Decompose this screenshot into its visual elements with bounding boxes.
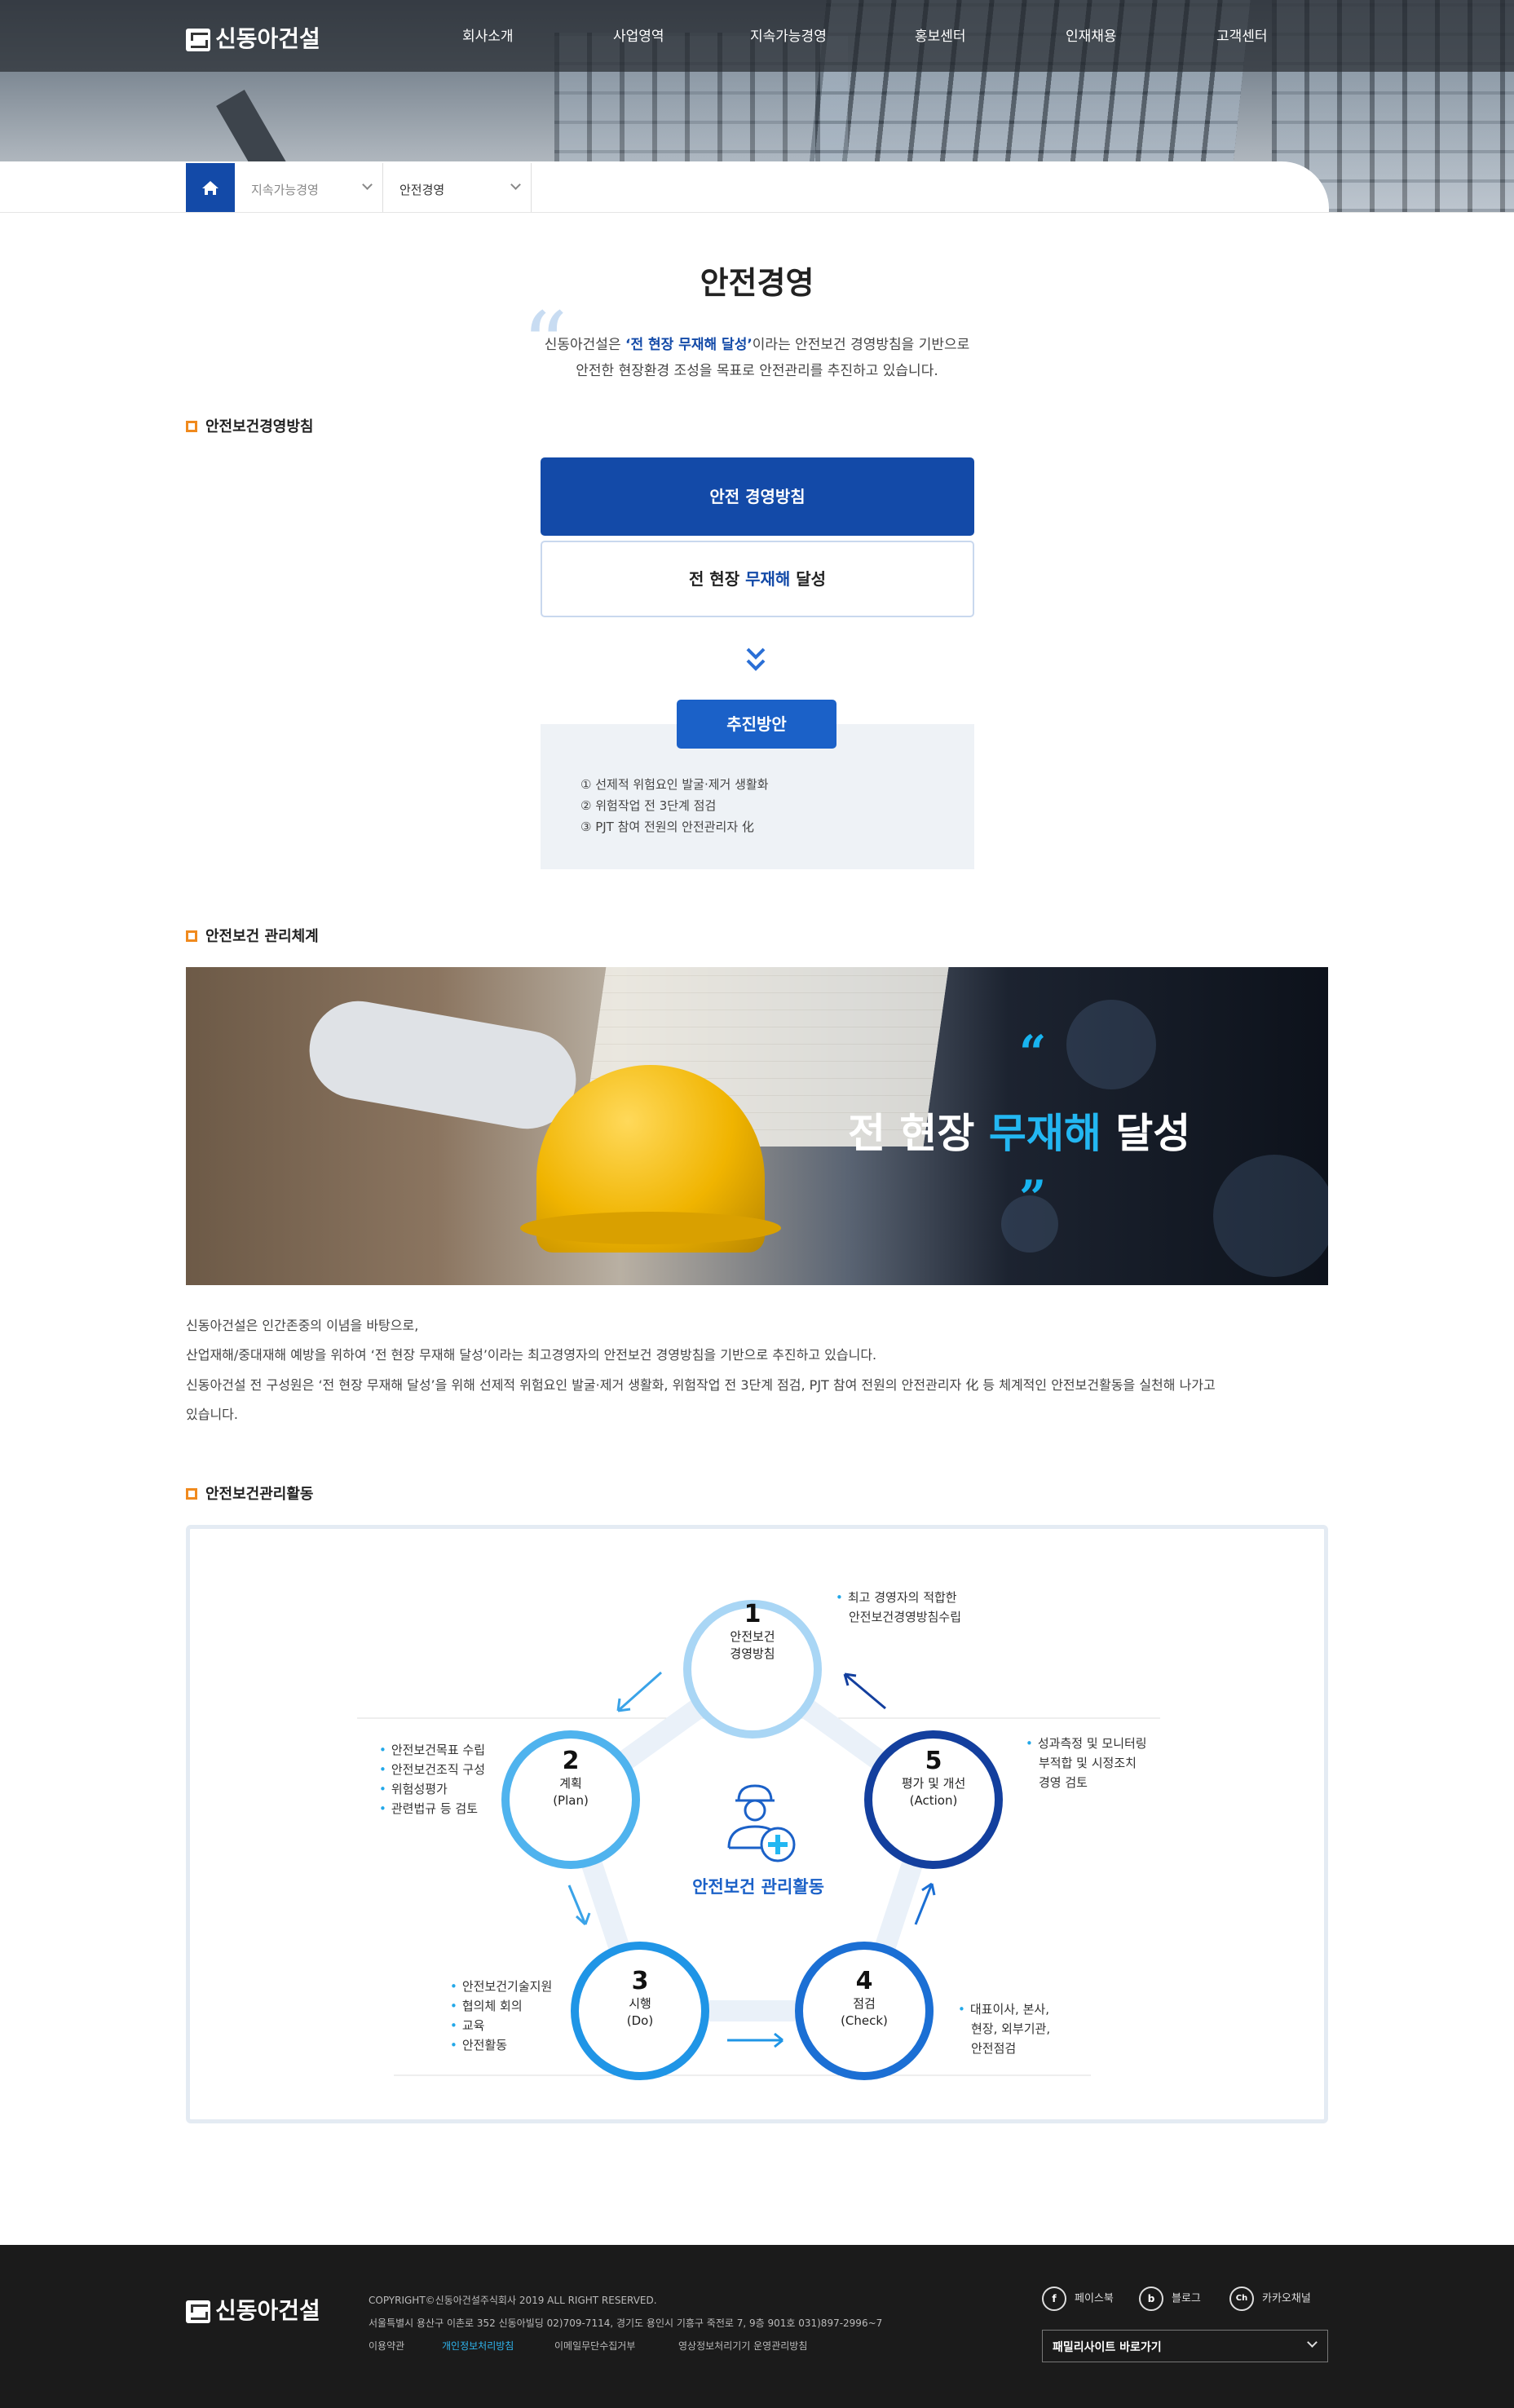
chevron-down-icon <box>362 179 373 190</box>
section-heading-policy: 안전보건경영방침 <box>186 415 313 436</box>
blog-link[interactable]: b 블로그 <box>1139 2286 1201 2311</box>
intro-line-1: 신동아건설은 ‘전 현장 무재해 달성’이라는 안전보건 경영방침을 기반으로 <box>544 337 970 353</box>
page-title: 안전경영 <box>700 265 814 301</box>
quote-open-icon: “ <box>1019 1025 1047 1080</box>
nav-sustainability[interactable]: 지속가능경영 <box>750 24 827 45</box>
push-item: ① 선제적 위험요인 발굴·제거 생활화 <box>580 777 769 792</box>
home-button[interactable] <box>186 163 235 212</box>
facebook-icon: f <box>1042 2286 1066 2311</box>
safety-worker-icon <box>727 1784 796 1862</box>
step-4-notes: • 대표이사, 본사, 현장, 외부기관, 안전점검 <box>958 2002 1051 2056</box>
step-1-notes: • 최고 경영자의 적합한 안전보건경영방침수립 <box>836 1590 962 1624</box>
cycle-step-1: 1 안전보건 경영방침 <box>730 1600 775 1661</box>
step-3-notes: • 안전보건기술지원 • 협의체 회의 • 교육 • 안전활동 <box>450 1979 553 2052</box>
link-email-refusal[interactable]: 이메일무단수집거부 <box>554 2339 635 2353</box>
blog-icon: b <box>1139 2286 1163 2311</box>
breadcrumb-level2-select[interactable]: 안전경영 <box>383 163 532 212</box>
section-heading-activity: 안전보건관리활동 <box>186 1482 313 1504</box>
family-site-select[interactable]: 패밀리사이트 바로가기 <box>1042 2330 1328 2362</box>
nav-customer[interactable]: 고객센터 <box>1216 24 1268 45</box>
intro-line-2: 안전한 현장환경 조성을 목표로 안전관리를 추진하고 있습니다. <box>576 363 938 379</box>
banner-slogan: 전 현장 무재해 달성 <box>848 1110 1191 1157</box>
push-item: ③ PJT 참여 전원의 안전관리자 化 <box>580 820 754 834</box>
cycle-step-5: 5 평가 및 개선 (Action) <box>901 1747 966 1808</box>
body-paragraph: 신동아건설 전 구성원은 ‘전 현장 무재해 달성’을 위해 선제적 위험요인 … <box>186 1377 1216 1393</box>
company-address: 서울특별시 용산구 이촌로 352 신동아빌딩 02)709-7114, 경기도… <box>369 2317 883 2329</box>
copyright: COPYRIGHT©신동아건설주식회사 2019 ALL RIGHT RESER… <box>369 2295 657 2306</box>
link-terms[interactable]: 이용약관 <box>369 2339 404 2353</box>
logo-mark-icon <box>186 2300 210 2323</box>
square-bullet-icon <box>186 1488 197 1500</box>
nav-recruit[interactable]: 인재채용 <box>1066 24 1117 45</box>
step-5-notes: • 성과측정 및 모니터링 부적합 및 시정조치 경영 검토 <box>1026 1736 1147 1790</box>
cycle-center-title: 안전보건 관리활동 <box>692 1877 824 1897</box>
policy-title-box: 안전 경영방침 <box>541 457 974 536</box>
section-heading-system: 안전보건 관리체계 <box>186 925 319 946</box>
facebook-link[interactable]: f 페이스북 <box>1042 2286 1114 2311</box>
chevron-down-icon <box>1307 2337 1318 2348</box>
square-bullet-icon <box>186 930 197 942</box>
home-icon <box>202 181 218 195</box>
square-bullet-icon <box>186 421 197 432</box>
logo-mark-icon <box>186 29 210 51</box>
push-item: ② 위험작업 전 3단계 점검 <box>580 798 717 813</box>
push-plan-label: 추진방안 <box>677 700 836 749</box>
cycle-step-4: 4 점검 (Check) <box>841 1967 888 2028</box>
cycle-step-3: 3 시행 (Do) <box>626 1967 654 2028</box>
chevron-down-icon <box>510 179 521 190</box>
breadcrumb-level1-select[interactable]: 지속가능경영 <box>235 163 383 212</box>
divider <box>0 212 1514 213</box>
body-paragraph: 있습니다. <box>186 1407 238 1422</box>
body-paragraph: 신동아건설은 인간존중의 이념을 바탕으로, <box>186 1318 419 1333</box>
cycle-step-2: 2 계획 (Plan) <box>553 1747 589 1808</box>
link-privacy[interactable]: 개인정보처리방침 <box>442 2339 514 2353</box>
kakao-channel-icon: Ch <box>1229 2286 1254 2311</box>
site-logo[interactable]: 신동아건설 <box>186 21 320 54</box>
nav-pr-center[interactable]: 홍보센터 <box>915 24 966 45</box>
double-chevron-down-icon <box>746 647 766 671</box>
nav-company[interactable]: 회사소개 <box>462 24 514 45</box>
footer-logo[interactable]: 신동아건설 <box>186 2293 320 2326</box>
link-cctv-policy[interactable]: 영상정보처리기기 운영관리방침 <box>678 2339 807 2353</box>
kakao-channel-link[interactable]: Ch 카카오채널 <box>1229 2286 1311 2311</box>
policy-goal-box: 전 현장 무재해 달성 <box>541 541 974 617</box>
body-paragraph: 산업재해/중대재해 예방을 위하여 ‘전 현장 무재해 달성’이라는 최고경영자… <box>186 1347 877 1363</box>
step-2-notes: • 안전보건목표 수립 • 안전보건조직 구성 • 위험성평가 • 관련법규 등 검토 <box>379 1743 486 1816</box>
nav-business[interactable]: 사업영역 <box>613 24 664 45</box>
quote-close-icon: ” <box>1019 1170 1047 1226</box>
